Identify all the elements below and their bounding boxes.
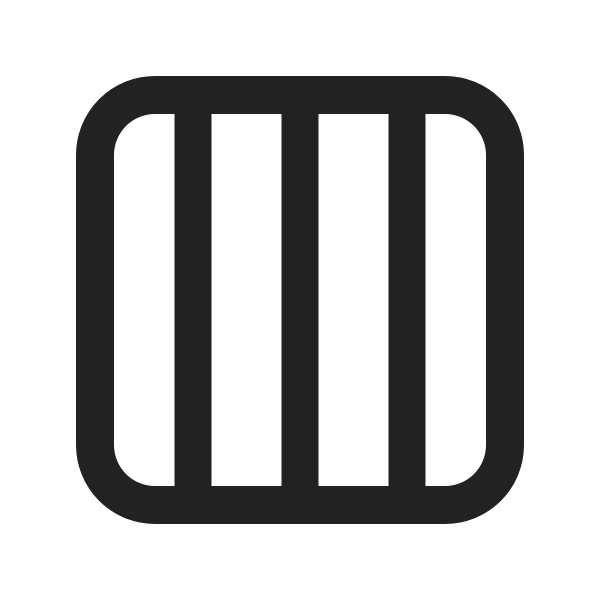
icon-dividers [174, 95, 426, 505]
column-divider-3 [388, 95, 426, 505]
column-grid-icon [76, 76, 524, 524]
column-divider-1 [174, 95, 212, 505]
icon-canvas [0, 0, 600, 600]
column-divider-2 [281, 95, 319, 505]
